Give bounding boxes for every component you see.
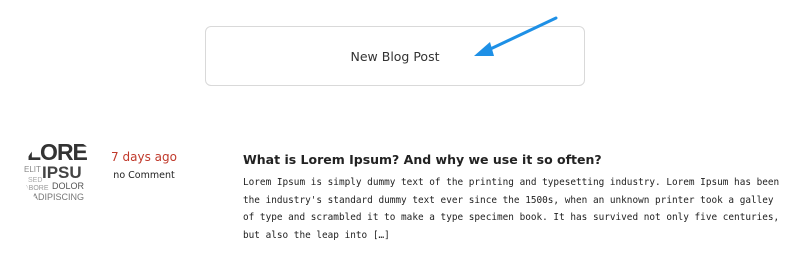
thumbnail-text-elit: ELIT (24, 165, 41, 174)
thumbnail-text-lore: LORE (27, 139, 88, 165)
page: New Blog Post LORE ELIT IPSU SED ABORE D… (0, 0, 790, 279)
thumbnail-text-adipiscing: ADIPISCING (32, 192, 84, 202)
thumbnail-text-abore: ABORE (24, 185, 49, 192)
post-thumbnail[interactable]: LORE ELIT IPSU SED ABORE DOLOR ADIPISCIN… (24, 138, 100, 208)
post-title[interactable]: What is Lorem Ipsum? And why we use it s… (243, 152, 783, 168)
post-summary: What is Lorem Ipsum? And why we use it s… (243, 152, 783, 244)
thumbnail-text-dolor: DOLOR (52, 181, 85, 191)
annotation-arrow-icon (474, 16, 558, 56)
post-excerpt: Lorem Ipsum is simply dummy text of the … (243, 177, 780, 241)
thumbnail-text-sed: SED (28, 177, 42, 184)
post-meta: 7 days ago no Comment (106, 150, 182, 183)
post-comment-count[interactable]: no Comment (106, 169, 182, 183)
new-blog-post-label: New Blog Post (350, 48, 440, 64)
post-date: 7 days ago (111, 150, 177, 164)
thumbnail-text-ipsu: IPSU (42, 163, 82, 182)
